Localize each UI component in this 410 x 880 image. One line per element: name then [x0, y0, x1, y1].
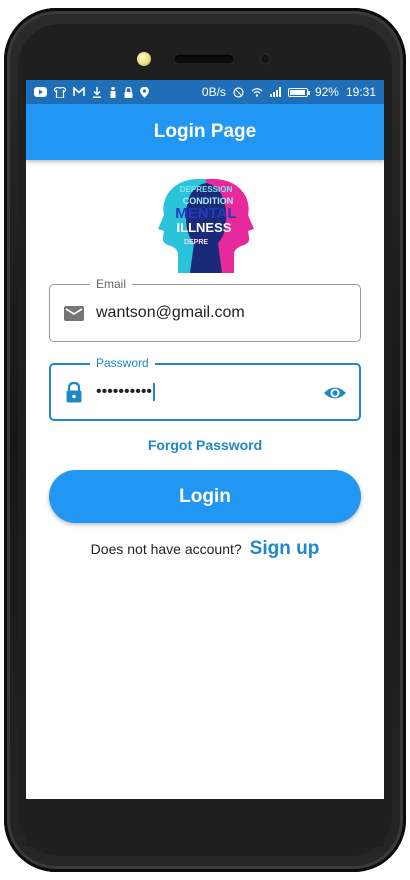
wifi-icon — [251, 88, 263, 97]
status-notifications — [34, 86, 149, 98]
email-icon — [64, 306, 84, 321]
signup-row: Does not have account? Sign up — [26, 536, 384, 562]
battery-icon — [287, 87, 310, 97]
gmail-icon — [73, 87, 85, 96]
network-speed: 0B/s — [201, 85, 226, 99]
youtube-icon — [34, 87, 47, 97]
signal-icon — [269, 87, 281, 97]
app-bar: Login Page — [26, 104, 384, 160]
lock-icon — [124, 86, 133, 98]
battery-percent: 92% — [314, 85, 339, 99]
figure-icon — [110, 86, 116, 98]
screen: 0B/s 92% 19:31 Login Page DEPRESSION CON… — [26, 80, 384, 799]
earpiece-speaker — [175, 55, 233, 63]
page-title: Login Page — [153, 121, 257, 142]
lock-icon — [66, 381, 82, 403]
email-value: wantson@gmail.com — [96, 304, 245, 321]
email-field[interactable]: Email wantson@gmail.com — [49, 276, 361, 342]
mental-illness-logo: DEPRESSION CONDITION MENTAL ILLNESS DEPR… — [158, 178, 254, 273]
password-value: •••••••••• — [96, 365, 156, 419]
front-camera — [137, 52, 151, 66]
password-dots: •••••••••• — [96, 383, 153, 400]
text-cursor — [153, 383, 156, 401]
phone-chin — [26, 799, 384, 847]
signup-link[interactable]: Sign up — [250, 538, 320, 560]
logo-word-illness: ILLNESS — [177, 220, 232, 235]
logo-word-depression: DEPRESSION — [180, 185, 233, 194]
location-icon — [140, 86, 149, 98]
login-button[interactable]: Login — [49, 470, 361, 523]
signup-prompt: Does not have account? — [90, 541, 242, 557]
status-bar: 0B/s 92% 19:31 — [26, 80, 384, 104]
password-field[interactable]: Password •••••••••• — [49, 355, 361, 421]
download-icon — [93, 86, 101, 98]
shirt-icon — [54, 86, 66, 98]
forgot-password-link[interactable]: Forgot Password — [26, 437, 384, 453]
status-system: 0B/s 92% 19:31 — [202, 85, 376, 99]
logo-word-depre: DEPRE — [184, 239, 208, 246]
proximity-sensor — [259, 53, 271, 65]
visibility-toggle-icon[interactable] — [323, 381, 347, 405]
status-time: 19:31 — [345, 85, 376, 99]
mute-icon — [233, 86, 244, 98]
